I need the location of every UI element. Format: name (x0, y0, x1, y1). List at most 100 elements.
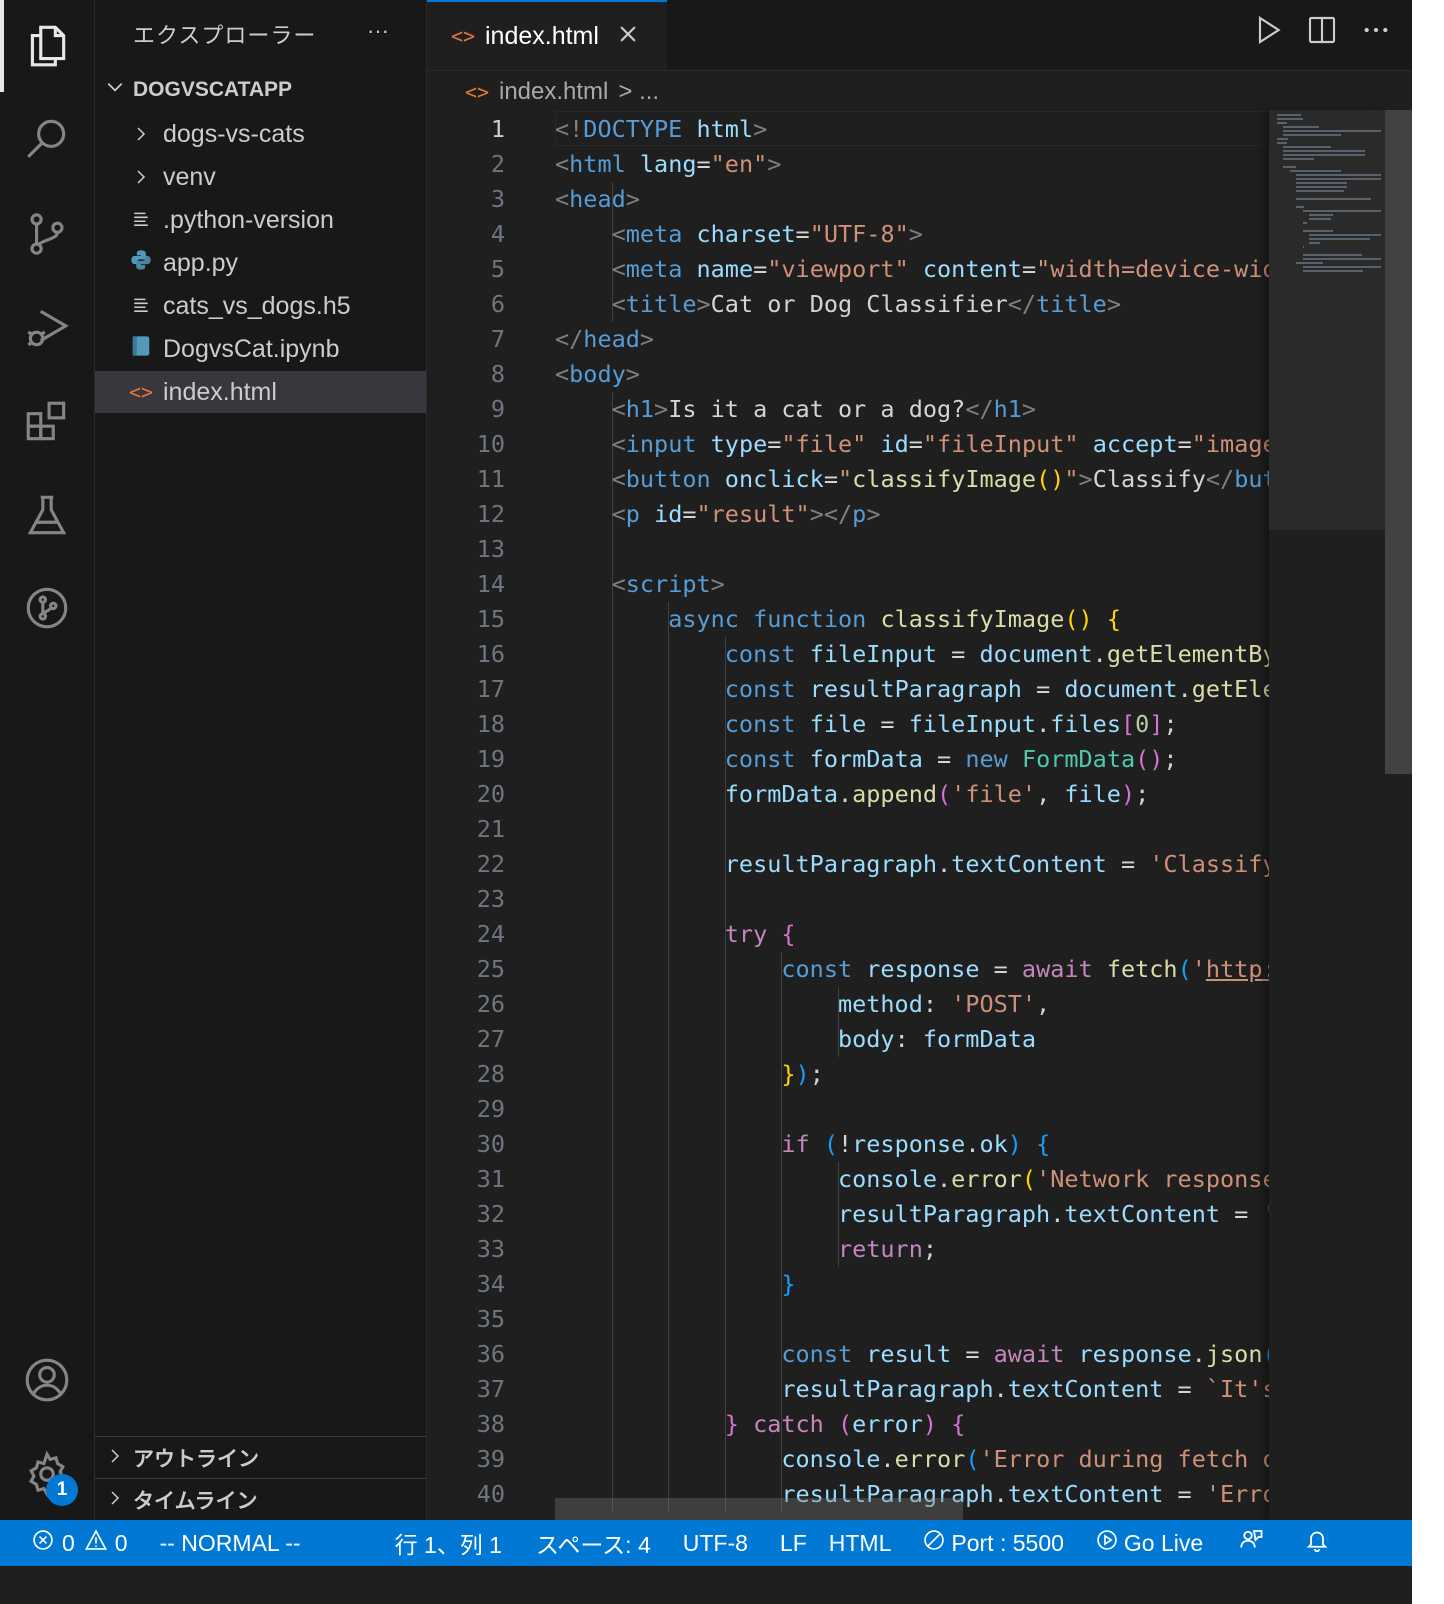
code-text: <h1>Is it a cat or a dog?</h1> (611, 395, 1037, 423)
code-line[interactable]: 34 } (427, 1267, 1269, 1302)
code-line[interactable]: 8 <body> (427, 357, 1269, 392)
code-line[interactable]: 13 (427, 532, 1269, 567)
code-line[interactable]: 23 (427, 882, 1269, 917)
code-text: resultParagraph.textContent = 'Classifyi… (724, 850, 1269, 878)
tree-item-python-version[interactable]: .python-version (95, 199, 426, 241)
code-line[interactable]: 15 async function classifyImage() { (427, 602, 1269, 637)
live-server-port[interactable]: Port : 5500 (951, 1530, 1064, 1557)
feedback-icon[interactable] (1239, 1528, 1263, 1558)
code-text: if (!response.ok) { (781, 1130, 1051, 1158)
split-editor-icon[interactable] (1306, 14, 1338, 51)
code-line[interactable]: 11 <button onclick="classifyImage()">Cla… (427, 462, 1269, 497)
code-line[interactable]: 33 return; (427, 1232, 1269, 1267)
code-line[interactable]: 17 const resultParagraph = document.getE… (427, 672, 1269, 707)
indentation[interactable]: スペース: 4 (536, 1526, 651, 1560)
code-line[interactable]: 35 (427, 1302, 1269, 1337)
go-live-button[interactable]: Go Live (1124, 1530, 1203, 1557)
outline-section[interactable]: アウトライン (95, 1436, 426, 1479)
code-line[interactable]: 19 const formData = new FormData(); (427, 742, 1269, 777)
timeline-section[interactable]: タイムライン (95, 1478, 426, 1521)
code-line[interactable]: 25 const response = await fetch('http://… (427, 952, 1269, 987)
code-line[interactable]: 2 <html lang="en"> (427, 147, 1269, 182)
code-line[interactable]: 12 <p id="result"></p> (427, 497, 1269, 532)
tab-index-html[interactable]: <> index.html (427, 0, 667, 70)
code-line[interactable]: 38 } catch (error) { (427, 1407, 1269, 1442)
search-icon[interactable] (0, 92, 94, 184)
code-line[interactable]: 3 <head> (427, 182, 1269, 217)
code-line[interactable]: 24 try { (427, 917, 1269, 952)
run-debug-icon[interactable] (0, 282, 94, 374)
code-text: formData.append('file', file); (724, 780, 1150, 808)
settings-gear-icon[interactable] (0, 1428, 94, 1520)
code-line[interactable]: 36 const result = await response.json(); (427, 1337, 1269, 1372)
code-line[interactable]: 1 <!DOCTYPE html> (427, 112, 1269, 147)
tree-item-venv[interactable]: venv (95, 156, 426, 198)
code-line[interactable]: 6 <title>Cat or Dog Classifier</title> (427, 287, 1269, 322)
code-line[interactable]: 39 console.error('Error during fetch ope… (427, 1442, 1269, 1477)
line-number: 8 (490, 360, 505, 388)
account-icon[interactable] (0, 1334, 94, 1426)
tree-item-label: cats_vs_dogs.h5 (163, 291, 351, 320)
code-line[interactable]: 21 (427, 812, 1269, 847)
code-text: } catch (error) { (724, 1410, 966, 1438)
line-number: 32 (476, 1200, 505, 1228)
code-line[interactable]: 14 <script> (427, 567, 1269, 602)
code-line[interactable]: 18 const file = fileInput.files[0]; (427, 707, 1269, 742)
code-text: console.error('Network response was not … (837, 1165, 1269, 1193)
code-line[interactable]: 10 <input type="file" id="fileInput" acc… (427, 427, 1269, 462)
errors-icon[interactable] (32, 1529, 54, 1557)
line-number: 18 (476, 710, 505, 738)
code-line[interactable]: 30 if (!response.ok) { (427, 1127, 1269, 1162)
language-mode[interactable]: HTML (829, 1530, 892, 1557)
breadcrumb-more[interactable]: > ... (618, 78, 659, 106)
more-actions-icon[interactable]: ··· (367, 18, 389, 44)
chevron-right-icon (101, 1488, 129, 1512)
encoding[interactable]: UTF-8 (683, 1530, 748, 1557)
python-file-icon (127, 249, 155, 278)
code-line[interactable]: 20 formData.append('file', file); (427, 777, 1269, 812)
code-editor[interactable]: 1 <!DOCTYPE html> 2 <html lang="en"> 3 <head>… (427, 110, 1269, 1520)
tree-item-dogs-vs-cats[interactable]: dogs-vs-cats (95, 113, 426, 155)
workspace-root-folder[interactable]: DOGVSCATAPP (95, 72, 426, 108)
code-line[interactable]: 9 <h1>Is it a cat or a dog?</h1> (427, 392, 1269, 427)
code-line[interactable]: 28 }); (427, 1057, 1269, 1092)
source-control-icon[interactable] (0, 188, 94, 280)
code-line[interactable]: 37 resultParagraph.textContent = `It's a… (427, 1372, 1269, 1407)
code-line[interactable]: 5 <meta name="viewport" content="width=d… (427, 252, 1269, 287)
editor-toolbar (1252, 14, 1392, 51)
errors-count[interactable]: 0 (62, 1530, 75, 1557)
code-line[interactable]: 29 (427, 1092, 1269, 1127)
minimap-slider[interactable] (1269, 110, 1385, 530)
end-of-line[interactable]: LF (780, 1530, 807, 1557)
warnings-icon[interactable] (84, 1529, 107, 1557)
tree-item-label: .python-version (163, 205, 334, 234)
line-number: 29 (476, 1095, 505, 1123)
breadcrumb-file[interactable]: index.html (499, 78, 608, 106)
code-line[interactable]: 16 const fileInput = document.getElement… (427, 637, 1269, 672)
git-graph-icon[interactable] (0, 562, 94, 654)
notifications-bell-icon[interactable] (1305, 1528, 1329, 1558)
cursor-position[interactable]: 行 1、列 1 (395, 1526, 502, 1560)
line-number: 14 (476, 570, 505, 598)
code-line[interactable]: 27 body: formData (427, 1022, 1269, 1057)
explorer-icon[interactable] (0, 0, 94, 92)
code-line[interactable]: 7 </head> (427, 322, 1269, 357)
horizontal-scrollbar[interactable] (555, 1498, 963, 1520)
tree-item-index-html[interactable]: <> index.html (95, 371, 426, 413)
testing-icon[interactable] (0, 470, 94, 562)
line-number: 40 (476, 1480, 505, 1508)
close-icon[interactable] (617, 19, 639, 53)
extensions-icon[interactable] (0, 376, 94, 468)
vertical-scrollbar[interactable] (1385, 110, 1412, 774)
tree-item-dogvscat-ipynb[interactable]: DogvsCat.ipynb (95, 328, 426, 370)
tree-item-cats-vs-dogs-h5[interactable]: cats_vs_dogs.h5 (95, 285, 426, 327)
tree-item-app-py[interactable]: app.py (95, 242, 426, 284)
code-line[interactable]: 26 method: 'POST', (427, 987, 1269, 1022)
code-line[interactable]: 32 resultParagraph.textContent = 'Error'… (427, 1197, 1269, 1232)
code-line[interactable]: 22 resultParagraph.textContent = 'Classi… (427, 847, 1269, 882)
more-actions-icon[interactable] (1360, 14, 1392, 51)
code-line[interactable]: 31 console.error('Network response was n… (427, 1162, 1269, 1197)
code-line[interactable]: 4 <meta charset="UTF-8"> (427, 217, 1269, 252)
warnings-count[interactable]: 0 (115, 1530, 128, 1557)
run-icon[interactable] (1252, 14, 1284, 51)
